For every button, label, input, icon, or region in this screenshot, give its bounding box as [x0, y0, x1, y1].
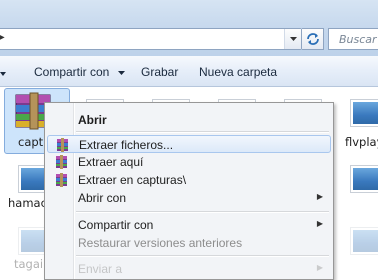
winrar-icon: [57, 138, 68, 152]
menu-item-label: Abrir con: [78, 191, 127, 205]
file-label: flvplay: [345, 135, 378, 149]
address-bar[interactable]: ▶: [0, 28, 302, 50]
winrar-icon: [56, 173, 67, 187]
winrar-icon: [56, 155, 67, 169]
menu-item-open-with[interactable]: Abrir con ▶: [47, 189, 331, 207]
menu-item-open[interactable]: Abrir: [47, 111, 331, 129]
menu-item-label: Extraer ficheros...: [79, 138, 174, 152]
menu-item-extract-here[interactable]: Extraer aquí: [47, 153, 331, 171]
menu-separator: [76, 211, 329, 213]
submenu-arrow-icon: ▶: [316, 192, 323, 201]
menu-separator: [76, 131, 329, 133]
menu-item-label: Extraer aquí: [78, 155, 144, 169]
chevron-down-icon[interactable]: [284, 29, 301, 49]
submenu-arrow-icon: ▶: [316, 219, 323, 228]
context-menu: Abrir Extraer ficheros... Extraer aquí E…: [44, 102, 334, 280]
refresh-icon[interactable]: [302, 28, 324, 50]
menu-item-send-to[interactable]: Enviar a ▶: [47, 260, 331, 278]
back-arrow-icon: ▶: [0, 32, 5, 43]
share-with-label: Compartir con: [34, 65, 110, 79]
chevron-down-icon: [117, 70, 125, 75]
toolbar-dropdown-arrow-icon[interactable]: [0, 65, 6, 79]
new-folder-button[interactable]: Nueva carpeta: [199, 65, 277, 79]
burn-button[interactable]: Grabar: [141, 65, 178, 79]
search-input[interactable]: Buscar S: [328, 28, 378, 50]
menu-item-extract-to-folder[interactable]: Extraer en capturas\: [47, 171, 331, 189]
menu-item-label: Extraer en capturas\: [78, 173, 187, 187]
menu-item-label: Abrir: [78, 113, 107, 127]
menu-item-restore-versions[interactable]: Restaurar versiones anteriores: [47, 234, 331, 252]
command-bar: Compartir con Grabar Nueva carpeta: [0, 56, 378, 87]
image-thumbnail[interactable]: [350, 99, 378, 127]
image-thumbnail[interactable]: [350, 165, 378, 193]
menu-separator: [76, 255, 329, 257]
menu-item-label: Enviar a: [78, 262, 123, 276]
menu-item-label: Restaurar versiones anteriores: [78, 236, 243, 250]
window-chrome: ▶ Buscar S: [0, 0, 378, 56]
menu-item-share-with[interactable]: Compartir con ▶: [47, 216, 331, 234]
share-with-button[interactable]: Compartir con: [34, 65, 125, 79]
submenu-arrow-icon: ▶: [316, 263, 323, 272]
menu-item-extract-files[interactable]: Extraer ficheros...: [47, 135, 331, 153]
image-thumbnail[interactable]: [350, 227, 378, 255]
menu-item-label: Compartir con: [78, 218, 154, 232]
